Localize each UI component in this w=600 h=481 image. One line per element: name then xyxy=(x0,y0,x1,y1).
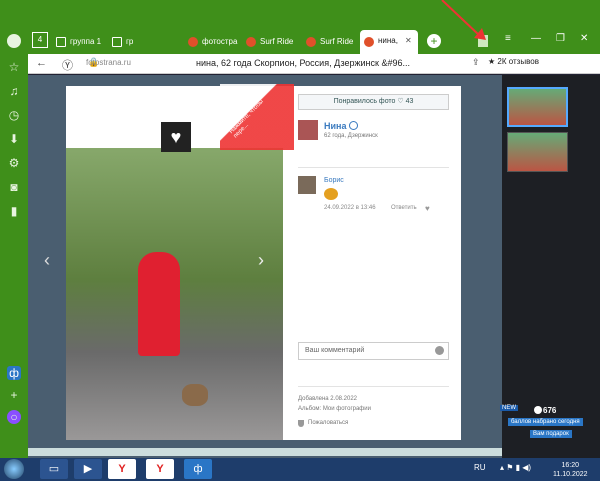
back-icon[interactable]: ← xyxy=(36,57,47,69)
user-info: 62 года, Дзержинск xyxy=(324,133,378,139)
divider xyxy=(298,167,449,168)
download-icon[interactable]: ⬇ xyxy=(7,132,21,146)
folder-icon xyxy=(56,37,66,47)
comment-like-icon[interactable]: ♥ xyxy=(425,204,430,213)
tab-fotostrana[interactable]: фотостра xyxy=(186,32,238,52)
added-date: Добавлена 2.08.2022 xyxy=(298,396,358,402)
tab-counter[interactable]: 4 xyxy=(32,32,48,48)
photo-thumbnail-2[interactable] xyxy=(507,132,568,172)
add-app-icon[interactable]: + xyxy=(7,388,21,402)
user-icon[interactable] xyxy=(7,34,21,48)
emoji-icon[interactable] xyxy=(435,346,444,355)
fotostrana-icon xyxy=(306,37,316,47)
fotostrana-app-icon[interactable]: ф xyxy=(7,366,21,380)
photo-thumbnail-1[interactable] xyxy=(507,87,568,127)
online-status-icon xyxy=(349,121,358,130)
points-icon xyxy=(534,406,542,414)
fotostrana-taskbar-icon[interactable]: ф xyxy=(184,459,212,479)
annotation-arrow xyxy=(441,0,486,40)
fotostrana-icon xyxy=(246,37,256,47)
gift-sticker-icon xyxy=(324,188,338,200)
points-count: 676 xyxy=(543,406,557,415)
yandex-icon[interactable]: Ⓨ xyxy=(62,57,73,73)
start-button[interactable] xyxy=(4,459,24,479)
tab-surf-ride-1[interactable]: Surf Ride xyxy=(244,32,298,52)
settings-icon[interactable]: ⚙ xyxy=(7,156,21,170)
user-name-link[interactable]: Нина xyxy=(324,121,346,131)
language-indicator[interactable]: RU xyxy=(474,463,486,472)
new-badge: NEW xyxy=(500,405,518,411)
bell-icon[interactable]: ♫ xyxy=(7,84,21,98)
close-window-icon[interactable]: ✕ xyxy=(580,33,588,44)
media-player-icon[interactable]: ▶ xyxy=(74,459,102,479)
tray-icons[interactable]: ▴ ⚑ ▮ ◀) xyxy=(500,463,548,475)
clock-time: 16:20 xyxy=(561,462,580,469)
gift-button[interactable]: Вам подарок xyxy=(530,430,572,438)
commenter-name-link[interactable]: Борис xyxy=(324,177,344,184)
camera-icon[interactable]: ◙ xyxy=(7,180,21,194)
comment-input[interactable]: Ваш комментарий xyxy=(298,342,449,360)
horizontal-scrollbar[interactable] xyxy=(28,448,502,456)
tab-group-1[interactable]: группа 1 xyxy=(54,32,106,52)
clock[interactable]: 16:20 11.10.2022 xyxy=(553,461,588,479)
share-icon[interactable]: ⇪ xyxy=(472,57,480,68)
fotostrana-icon xyxy=(188,37,198,47)
restore-icon[interactable]: ❐ xyxy=(556,33,565,44)
person-figure xyxy=(138,252,180,356)
minimize-icon[interactable]: — xyxy=(531,33,541,44)
shield-icon xyxy=(298,420,304,427)
alice-icon[interactable]: ○ xyxy=(7,410,21,424)
complain-link[interactable]: Пожаловаться xyxy=(308,420,348,426)
url-text[interactable]: fotostrana.ru xyxy=(86,56,186,70)
heart-icon[interactable]: ♥ xyxy=(161,122,191,152)
divider xyxy=(298,386,449,387)
battery-icon[interactable]: ▮ xyxy=(7,204,21,218)
yandex-browser-2-icon[interactable]: Y xyxy=(146,459,174,479)
comment-date: 24.09.2022 в 13:46 xyxy=(324,205,376,211)
user-avatar[interactable] xyxy=(298,120,318,140)
file-explorer-icon[interactable]: ▭ xyxy=(40,459,68,479)
prev-photo-icon[interactable]: ‹ xyxy=(44,250,50,271)
tab-surf-ride-2[interactable]: Surf Ride xyxy=(304,32,358,52)
clock-date: 11.10.2022 xyxy=(553,471,588,478)
commenter-avatar[interactable] xyxy=(298,176,316,194)
page-title: нина, 62 года Скорпион, Россия, Дзержинс… xyxy=(196,58,410,68)
folder-icon xyxy=(112,37,122,47)
album-link[interactable]: Альбом: Мои фотографии xyxy=(298,406,371,412)
close-tab-icon[interactable]: ✕ xyxy=(405,36,412,45)
like-photo-button[interactable]: Понравилось фото ♡ 43 xyxy=(298,94,449,110)
browser-sidebar: ☆ ♫ ◷ ⬇ ⚙ ◙ ▮ ф + ○ xyxy=(0,54,28,458)
reply-link[interactable]: Ответить xyxy=(391,205,417,211)
points-label: баллов набрано сегодня xyxy=(508,418,583,426)
new-tab-button[interactable]: + xyxy=(427,34,441,48)
dog-figure xyxy=(182,384,208,406)
star-icon[interactable]: ☆ xyxy=(7,60,21,74)
tab-group-2[interactable]: гр xyxy=(110,32,134,52)
next-photo-icon[interactable]: › xyxy=(258,250,264,271)
menu-icon[interactable]: ≡ xyxy=(505,33,511,44)
tab-nina-active[interactable]: нина, ✕ xyxy=(360,30,418,54)
fotostrana-icon xyxy=(364,37,374,47)
reviews-link[interactable]: ★ 2К отзывов xyxy=(488,57,539,66)
yandex-browser-icon[interactable]: Y xyxy=(108,459,136,479)
history-icon[interactable]: ◷ xyxy=(7,108,21,122)
